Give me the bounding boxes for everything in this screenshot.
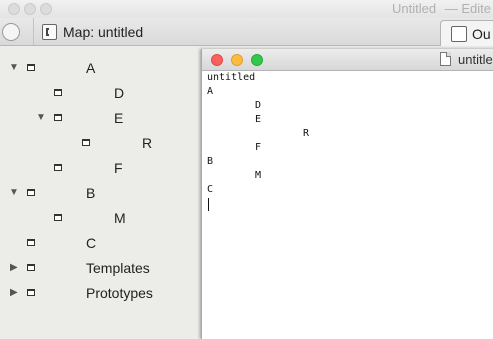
text-caret <box>208 198 209 211</box>
editor-line: R <box>303 128 310 139</box>
tree-item-label: Templates <box>86 260 150 276</box>
editor-line: F <box>255 142 262 153</box>
editor-line: B <box>207 156 214 167</box>
tree-item-r[interactable]: R <box>0 134 200 156</box>
zoom-button-inactive[interactable] <box>40 3 52 15</box>
zoom-button[interactable] <box>251 54 263 66</box>
circle-toggle-button[interactable] <box>2 23 20 41</box>
tree-item-label: E <box>114 110 124 126</box>
note-icon <box>27 239 35 246</box>
tree-item-a[interactable]: ▼ A <box>0 59 200 81</box>
tree-item-label: F <box>114 160 123 176</box>
tab-map[interactable]: Map: untitled <box>33 18 197 45</box>
note-icon <box>54 89 62 96</box>
tree-item-label: Prototypes <box>86 285 153 301</box>
back-window-title-text: Untitled <box>392 1 437 16</box>
tab-outline[interactable]: Ou <box>440 20 493 46</box>
close-button-inactive[interactable] <box>8 3 20 15</box>
editor-line: E <box>255 114 262 125</box>
tree-item-label: M <box>114 210 126 226</box>
tree-item-c[interactable]: C <box>0 234 200 256</box>
note-icon <box>27 264 35 271</box>
map-hierarchy-icon <box>42 23 57 40</box>
editor-line: A <box>207 86 214 97</box>
tree-item-b[interactable]: ▼ B <box>0 184 200 206</box>
tab-map-label: Map: untitled <box>63 23 144 40</box>
front-window-title: untitled <box>458 52 493 67</box>
tree-item-label: R <box>142 135 153 151</box>
back-window-title: Untitled — Edite <box>392 1 491 16</box>
tree-item-m[interactable]: M <box>0 209 200 231</box>
tree-item-templates[interactable]: ▶ Templates <box>0 259 200 281</box>
tree-item-d[interactable]: D <box>0 84 200 106</box>
disclosure-triangle-collapsed-icon[interactable]: ▶ <box>10 262 18 273</box>
minimize-button-inactive[interactable] <box>24 3 36 15</box>
close-button[interactable] <box>211 54 223 66</box>
editor-line: untitled <box>207 72 256 83</box>
front-window-titlebar: untitled <box>202 49 493 71</box>
note-icon <box>27 289 35 296</box>
editor-line: M <box>255 170 262 181</box>
tree-item-label: C <box>86 235 97 251</box>
tree-item-f[interactable]: F <box>0 159 200 181</box>
note-icon <box>54 114 62 121</box>
note-icon <box>27 189 35 196</box>
back-window-titlebar: Untitled — Edite <box>0 0 493 18</box>
editor-line: D <box>255 100 262 111</box>
editor-line: C <box>207 184 214 195</box>
note-icon <box>82 139 90 146</box>
disclosure-triangle-expanded-icon[interactable]: ▼ <box>9 62 19 73</box>
tree-item-e[interactable]: ▼ E <box>0 109 200 131</box>
disclosure-triangle-expanded-icon[interactable]: ▼ <box>9 187 19 198</box>
disclosure-triangle-collapsed-icon[interactable]: ▶ <box>10 287 18 298</box>
outline-document-icon <box>451 25 467 42</box>
tree-item-label: D <box>114 85 125 101</box>
note-icon <box>27 64 35 71</box>
tree-item-label: B <box>86 185 96 201</box>
disclosure-triangle-expanded-icon[interactable]: ▼ <box>36 112 46 123</box>
minimize-button[interactable] <box>231 54 243 66</box>
note-icon <box>54 164 62 171</box>
tree-item-prototypes[interactable]: ▶ Prototypes <box>0 284 200 306</box>
front-window: untitled untitled A D E R F B M C <box>201 49 493 339</box>
toolbar: Map: untitled Ou <box>0 18 493 46</box>
note-icon <box>54 214 62 221</box>
tab-outline-label: Ou <box>472 25 491 42</box>
back-window-title-suffix: — Edite <box>444 1 491 16</box>
document-icon <box>440 52 451 66</box>
tree-item-label: A <box>86 60 96 76</box>
